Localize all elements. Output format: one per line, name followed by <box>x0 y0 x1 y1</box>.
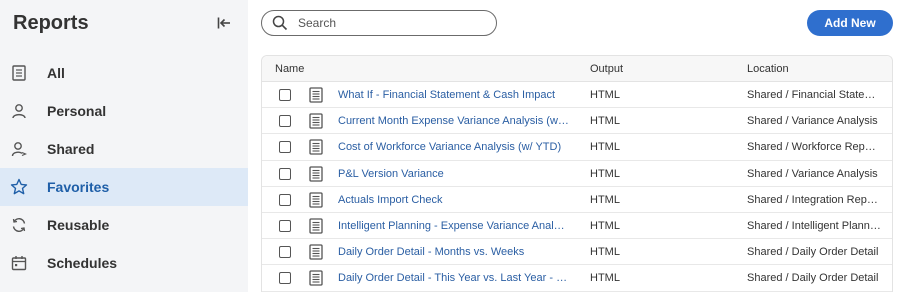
collapse-left-icon <box>217 17 230 29</box>
sidebar-item-label: All <box>47 65 65 81</box>
collapse-sidebar-button[interactable] <box>214 13 234 33</box>
table-body: What If - Financial Statement & Cash Imp… <box>262 82 892 292</box>
row-checkbox[interactable] <box>279 272 291 285</box>
row-checkbox[interactable] <box>279 167 291 180</box>
page-title: Reports <box>13 11 89 34</box>
report-output: HTML <box>590 272 620 285</box>
sidebar: Reports All Personal Shared Favorites Re… <box>0 0 248 292</box>
sidebar-item-shared[interactable]: Shared <box>0 130 248 168</box>
report-document-icon <box>309 165 323 182</box>
report-document-icon <box>309 244 323 260</box>
report-location: Shared / Integration Reports <box>747 193 881 206</box>
sidebar-item-all[interactable]: All <box>0 54 248 92</box>
sidebar-nav: All Personal Shared Favorites Reusable S… <box>0 54 248 282</box>
table-row[interactable]: Intelligent Planning - Expense Variance … <box>262 213 892 240</box>
shared-person-icon <box>10 140 28 158</box>
report-name-link[interactable]: Cost of Workforce Variance Analysis (w/ … <box>338 141 561 153</box>
report-name-link[interactable]: Actuals Import Check <box>338 194 443 206</box>
sidebar-item-favorites[interactable]: Favorites <box>0 168 248 206</box>
report-location: Shared / Variance Analysis <box>747 167 878 180</box>
table-row[interactable]: Daily Order Detail - Months vs. Weeks HTM… <box>262 239 892 266</box>
report-location: Shared / Variance Analysis <box>747 115 878 128</box>
table-row[interactable]: Daily Order Detail - This Year vs. Last … <box>262 265 892 292</box>
sidebar-item-personal[interactable]: Personal <box>0 92 248 130</box>
sidebar-item-reusable[interactable]: Reusable <box>0 206 248 244</box>
calendar-icon <box>10 254 28 272</box>
column-header-output[interactable]: Output <box>590 63 623 75</box>
main-content: Add New Name Output Location What If - F… <box>248 0 904 292</box>
sidebar-item-label: Reusable <box>47 217 110 233</box>
search-box[interactable] <box>261 10 497 36</box>
document-icon <box>10 64 28 82</box>
search-input[interactable] <box>298 16 478 30</box>
sidebar-item-label: Personal <box>47 103 107 119</box>
sidebar-item-label: Schedules <box>47 255 118 271</box>
sidebar-item-label: Favorites <box>47 179 110 195</box>
sidebar-header: Reports <box>0 0 248 46</box>
table-row[interactable]: Current Month Expense Variance Analysis … <box>262 108 892 135</box>
person-icon <box>10 102 28 120</box>
table-row[interactable]: Actuals Import Check HTML Shared / Integra… <box>262 187 892 213</box>
report-output: HTML <box>590 141 620 154</box>
report-document-icon <box>309 192 323 208</box>
table-row[interactable]: What If - Financial Statement & Cash Imp… <box>262 82 892 109</box>
column-header-location[interactable]: Location <box>747 63 789 75</box>
column-header-name[interactable]: Name <box>275 63 304 75</box>
table-row[interactable]: P&L Version Variance HTML Shared / Varianc… <box>262 161 892 187</box>
report-name-link[interactable]: Daily Order Detail - Months vs. Weeks <box>338 246 524 258</box>
report-name-link[interactable]: Intelligent Planning - Expense Variance … <box>338 220 570 232</box>
report-name-link[interactable]: Daily Order Detail - This Year vs. Last … <box>338 272 570 284</box>
report-output: HTML <box>590 219 620 232</box>
row-checkbox[interactable] <box>279 219 291 232</box>
report-location: Shared / Intelligent Planning <box>747 219 881 232</box>
add-new-button[interactable]: Add New <box>807 10 893 36</box>
report-location: Shared / Financial Stateme… <box>747 89 881 101</box>
report-output: HTML <box>590 246 620 259</box>
table-header: Name Output Location <box>262 56 892 82</box>
report-document-icon <box>309 139 323 156</box>
sidebar-item-schedules[interactable]: Schedules <box>0 244 248 282</box>
table-row[interactable]: Cost of Workforce Variance Analysis (w/ … <box>262 134 892 161</box>
report-location: Shared / Daily Order Detail <box>747 246 879 259</box>
report-location: Shared / Daily Order Detail <box>747 272 879 285</box>
report-name-link[interactable]: What If - Financial Statement & Cash Imp… <box>338 89 555 101</box>
star-icon <box>10 178 28 196</box>
report-name-link[interactable]: P&L Version Variance <box>338 168 444 180</box>
row-checkbox[interactable] <box>279 193 291 206</box>
search-icon <box>272 15 288 31</box>
reports-table: Name Output Location What If - Financial… <box>261 55 893 292</box>
row-checkbox[interactable] <box>279 115 291 128</box>
report-name-link[interactable]: Current Month Expense Variance Analysis … <box>338 115 570 127</box>
report-document-icon <box>309 218 323 234</box>
report-output: HTML <box>590 167 620 180</box>
report-output: HTML <box>590 193 620 206</box>
refresh-icon <box>10 216 28 234</box>
sidebar-item-label: Shared <box>47 141 95 157</box>
row-checkbox[interactable] <box>279 89 291 101</box>
report-document-icon <box>309 113 323 129</box>
report-location: Shared / Workforce Reports <box>747 141 881 154</box>
report-output: HTML <box>590 89 620 101</box>
row-checkbox[interactable] <box>279 246 291 259</box>
report-document-icon <box>309 270 323 286</box>
report-output: HTML <box>590 115 620 128</box>
report-document-icon <box>309 87 323 103</box>
row-checkbox[interactable] <box>279 141 291 154</box>
